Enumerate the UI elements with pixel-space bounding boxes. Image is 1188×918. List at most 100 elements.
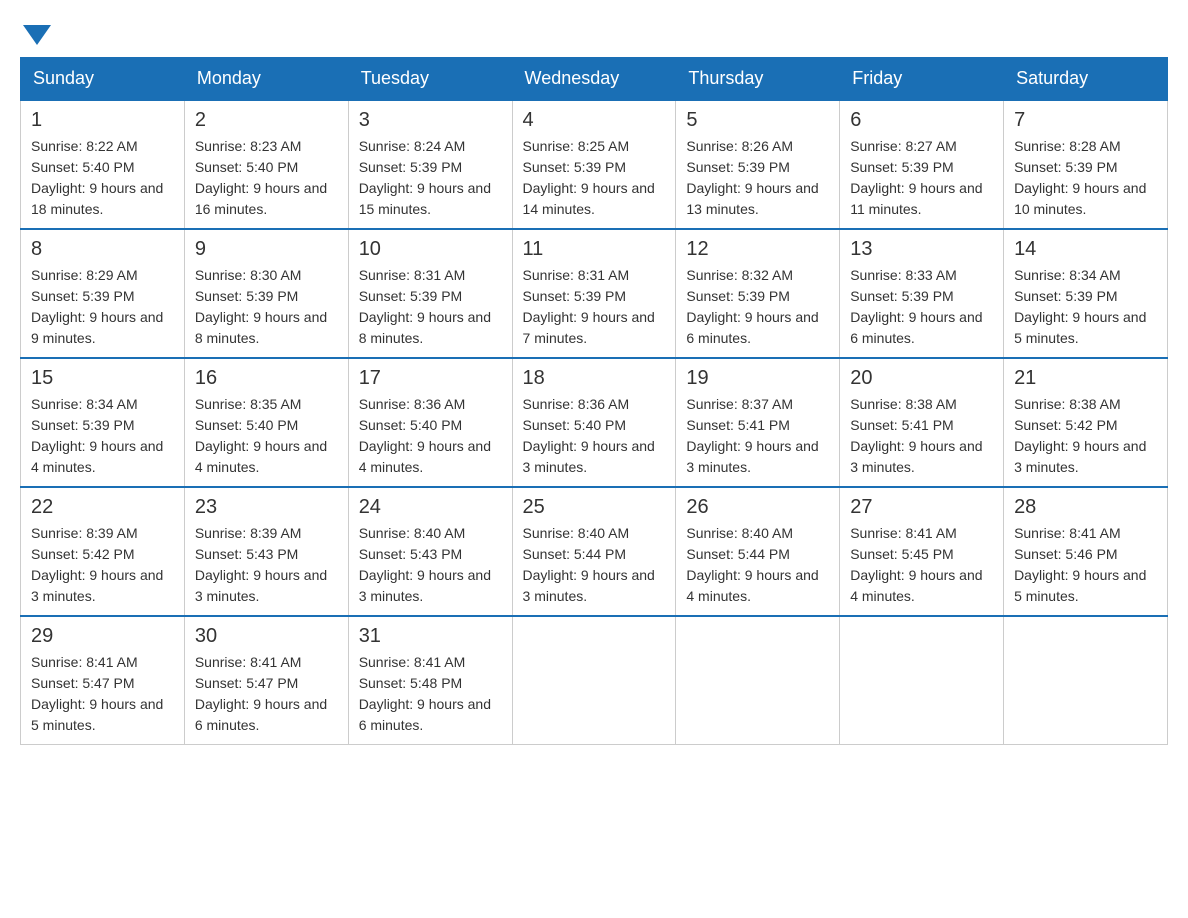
- sunrise-label: Sunrise: 8:35 AM: [195, 396, 302, 412]
- logo-arrow-icon: [23, 25, 51, 45]
- sunset-label: Sunset: 5:39 PM: [686, 288, 790, 304]
- sunset-label: Sunset: 5:47 PM: [195, 675, 299, 691]
- calendar-cell: 18 Sunrise: 8:36 AM Sunset: 5:40 PM Dayl…: [512, 358, 676, 487]
- day-info: Sunrise: 8:39 AM Sunset: 5:42 PM Dayligh…: [31, 523, 174, 607]
- daylight-label: Daylight: 9 hours and 8 minutes.: [359, 309, 491, 346]
- daylight-label: Daylight: 9 hours and 3 minutes.: [850, 438, 982, 475]
- day-info: Sunrise: 8:40 AM Sunset: 5:44 PM Dayligh…: [686, 523, 829, 607]
- calendar-cell: 21 Sunrise: 8:38 AM Sunset: 5:42 PM Dayl…: [1004, 358, 1168, 487]
- sunset-label: Sunset: 5:39 PM: [523, 159, 627, 175]
- calendar-cell: 16 Sunrise: 8:35 AM Sunset: 5:40 PM Dayl…: [184, 358, 348, 487]
- sunrise-label: Sunrise: 8:34 AM: [1014, 267, 1121, 283]
- day-number: 29: [31, 625, 174, 648]
- sunrise-label: Sunrise: 8:39 AM: [31, 525, 138, 541]
- day-number: 1: [31, 109, 174, 132]
- calendar-table: SundayMondayTuesdayWednesdayThursdayFrid…: [20, 57, 1168, 745]
- daylight-label: Daylight: 9 hours and 3 minutes.: [523, 438, 655, 475]
- day-number: 15: [31, 367, 174, 390]
- day-info: Sunrise: 8:26 AM Sunset: 5:39 PM Dayligh…: [686, 136, 829, 220]
- calendar-cell: 6 Sunrise: 8:27 AM Sunset: 5:39 PM Dayli…: [840, 100, 1004, 229]
- daylight-label: Daylight: 9 hours and 5 minutes.: [31, 696, 163, 733]
- sunset-label: Sunset: 5:39 PM: [1014, 288, 1118, 304]
- calendar-cell: 13 Sunrise: 8:33 AM Sunset: 5:39 PM Dayl…: [840, 229, 1004, 358]
- calendar-cell: 25 Sunrise: 8:40 AM Sunset: 5:44 PM Dayl…: [512, 487, 676, 616]
- day-info: Sunrise: 8:31 AM Sunset: 5:39 PM Dayligh…: [359, 265, 502, 349]
- weekday-header-wednesday: Wednesday: [512, 58, 676, 101]
- day-info: Sunrise: 8:25 AM Sunset: 5:39 PM Dayligh…: [523, 136, 666, 220]
- sunrise-label: Sunrise: 8:41 AM: [195, 654, 302, 670]
- sunrise-label: Sunrise: 8:41 AM: [31, 654, 138, 670]
- sunrise-label: Sunrise: 8:37 AM: [686, 396, 793, 412]
- calendar-cell: 12 Sunrise: 8:32 AM Sunset: 5:39 PM Dayl…: [676, 229, 840, 358]
- calendar-cell: 17 Sunrise: 8:36 AM Sunset: 5:40 PM Dayl…: [348, 358, 512, 487]
- daylight-label: Daylight: 9 hours and 11 minutes.: [850, 180, 982, 217]
- daylight-label: Daylight: 9 hours and 4 minutes.: [850, 567, 982, 604]
- calendar-cell: 20 Sunrise: 8:38 AM Sunset: 5:41 PM Dayl…: [840, 358, 1004, 487]
- daylight-label: Daylight: 9 hours and 5 minutes.: [1014, 567, 1146, 604]
- calendar-cell: 14 Sunrise: 8:34 AM Sunset: 5:39 PM Dayl…: [1004, 229, 1168, 358]
- day-number: 5: [686, 109, 829, 132]
- sunset-label: Sunset: 5:42 PM: [31, 546, 135, 562]
- sunrise-label: Sunrise: 8:32 AM: [686, 267, 793, 283]
- daylight-label: Daylight: 9 hours and 6 minutes.: [359, 696, 491, 733]
- weekday-header-sunday: Sunday: [21, 58, 185, 101]
- day-number: 31: [359, 625, 502, 648]
- daylight-label: Daylight: 9 hours and 15 minutes.: [359, 180, 491, 217]
- calendar-cell: 10 Sunrise: 8:31 AM Sunset: 5:39 PM Dayl…: [348, 229, 512, 358]
- daylight-label: Daylight: 9 hours and 3 minutes.: [1014, 438, 1146, 475]
- weekday-header-row: SundayMondayTuesdayWednesdayThursdayFrid…: [21, 58, 1168, 101]
- day-info: Sunrise: 8:40 AM Sunset: 5:44 PM Dayligh…: [523, 523, 666, 607]
- sunrise-label: Sunrise: 8:40 AM: [359, 525, 466, 541]
- sunset-label: Sunset: 5:44 PM: [686, 546, 790, 562]
- sunset-label: Sunset: 5:39 PM: [850, 288, 954, 304]
- sunrise-label: Sunrise: 8:40 AM: [523, 525, 630, 541]
- day-number: 30: [195, 625, 338, 648]
- day-info: Sunrise: 8:29 AM Sunset: 5:39 PM Dayligh…: [31, 265, 174, 349]
- day-info: Sunrise: 8:31 AM Sunset: 5:39 PM Dayligh…: [523, 265, 666, 349]
- calendar-week-5: 29 Sunrise: 8:41 AM Sunset: 5:47 PM Dayl…: [21, 616, 1168, 745]
- sunrise-label: Sunrise: 8:27 AM: [850, 138, 957, 154]
- calendar-cell: 26 Sunrise: 8:40 AM Sunset: 5:44 PM Dayl…: [676, 487, 840, 616]
- daylight-label: Daylight: 9 hours and 9 minutes.: [31, 309, 163, 346]
- sunset-label: Sunset: 5:43 PM: [195, 546, 299, 562]
- sunrise-label: Sunrise: 8:25 AM: [523, 138, 630, 154]
- sunset-label: Sunset: 5:39 PM: [850, 159, 954, 175]
- day-number: 26: [686, 496, 829, 519]
- day-info: Sunrise: 8:23 AM Sunset: 5:40 PM Dayligh…: [195, 136, 338, 220]
- sunrise-label: Sunrise: 8:36 AM: [523, 396, 630, 412]
- day-number: 10: [359, 238, 502, 261]
- sunset-label: Sunset: 5:39 PM: [31, 417, 135, 433]
- day-number: 28: [1014, 496, 1157, 519]
- sunset-label: Sunset: 5:47 PM: [31, 675, 135, 691]
- sunrise-label: Sunrise: 8:22 AM: [31, 138, 138, 154]
- calendar-cell: 29 Sunrise: 8:41 AM Sunset: 5:47 PM Dayl…: [21, 616, 185, 745]
- day-number: 21: [1014, 367, 1157, 390]
- day-info: Sunrise: 8:36 AM Sunset: 5:40 PM Dayligh…: [523, 394, 666, 478]
- sunset-label: Sunset: 5:40 PM: [195, 159, 299, 175]
- daylight-label: Daylight: 9 hours and 18 minutes.: [31, 180, 163, 217]
- calendar-week-2: 8 Sunrise: 8:29 AM Sunset: 5:39 PM Dayli…: [21, 229, 1168, 358]
- calendar-cell: [676, 616, 840, 745]
- sunrise-label: Sunrise: 8:30 AM: [195, 267, 302, 283]
- calendar-cell: 15 Sunrise: 8:34 AM Sunset: 5:39 PM Dayl…: [21, 358, 185, 487]
- day-number: 12: [686, 238, 829, 261]
- logo-general: [20, 20, 51, 45]
- day-info: Sunrise: 8:37 AM Sunset: 5:41 PM Dayligh…: [686, 394, 829, 478]
- day-number: 11: [523, 238, 666, 261]
- day-number: 6: [850, 109, 993, 132]
- day-info: Sunrise: 8:28 AM Sunset: 5:39 PM Dayligh…: [1014, 136, 1157, 220]
- sunrise-label: Sunrise: 8:41 AM: [850, 525, 957, 541]
- daylight-label: Daylight: 9 hours and 5 minutes.: [1014, 309, 1146, 346]
- sunset-label: Sunset: 5:39 PM: [359, 288, 463, 304]
- calendar-cell: [840, 616, 1004, 745]
- day-info: Sunrise: 8:33 AM Sunset: 5:39 PM Dayligh…: [850, 265, 993, 349]
- day-info: Sunrise: 8:30 AM Sunset: 5:39 PM Dayligh…: [195, 265, 338, 349]
- day-info: Sunrise: 8:41 AM Sunset: 5:48 PM Dayligh…: [359, 652, 502, 736]
- sunset-label: Sunset: 5:39 PM: [31, 288, 135, 304]
- calendar-cell: 1 Sunrise: 8:22 AM Sunset: 5:40 PM Dayli…: [21, 100, 185, 229]
- calendar-cell: 2 Sunrise: 8:23 AM Sunset: 5:40 PM Dayli…: [184, 100, 348, 229]
- sunrise-label: Sunrise: 8:29 AM: [31, 267, 138, 283]
- day-info: Sunrise: 8:39 AM Sunset: 5:43 PM Dayligh…: [195, 523, 338, 607]
- calendar-cell: 22 Sunrise: 8:39 AM Sunset: 5:42 PM Dayl…: [21, 487, 185, 616]
- day-number: 7: [1014, 109, 1157, 132]
